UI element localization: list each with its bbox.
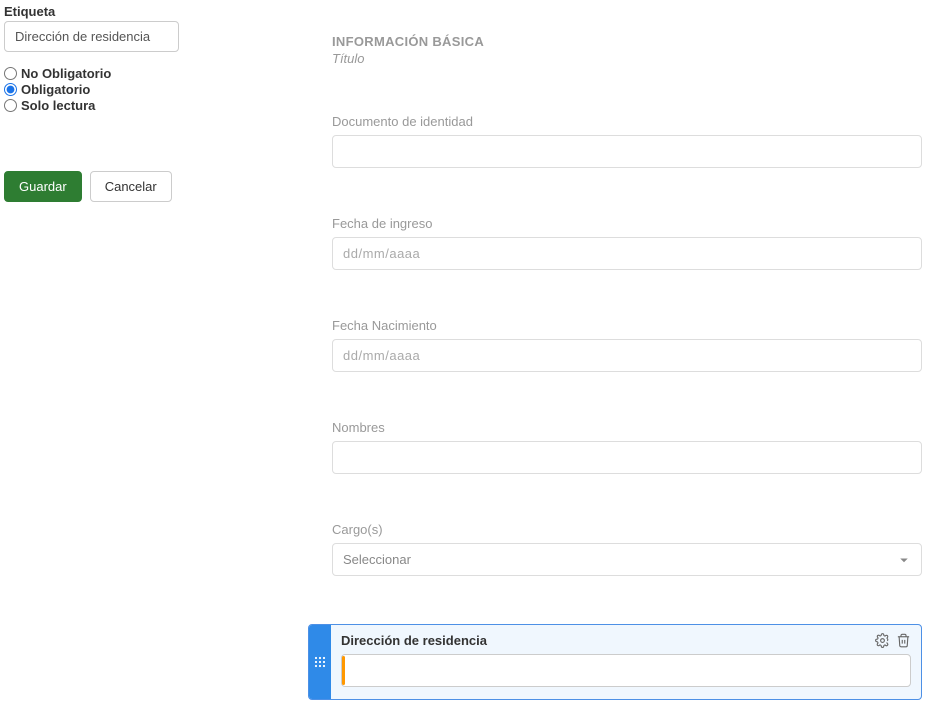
radio-solo-lectura[interactable]: Solo lectura <box>4 98 284 113</box>
etiqueta-input[interactable] <box>4 21 179 52</box>
input-nombres[interactable] <box>332 441 922 474</box>
action-buttons: Guardar Cancelar <box>4 171 284 202</box>
radio-solo-lectura-input[interactable] <box>4 99 17 112</box>
drag-handle[interactable] <box>309 625 331 699</box>
selected-input-wrap <box>341 654 911 687</box>
etiqueta-label: Etiqueta <box>4 4 284 19</box>
section-title: INFORMACIÓN BÁSICA <box>332 34 922 49</box>
delete-button[interactable] <box>896 633 911 648</box>
field-label-cargos: Cargo(s) <box>332 522 922 537</box>
radio-solo-lectura-label: Solo lectura <box>21 98 95 113</box>
radio-no-obligatorio-label: No Obligatorio <box>21 66 111 81</box>
radio-obligatorio-label: Obligatorio <box>21 82 90 97</box>
selected-field-direccion[interactable]: Dirección de residencia <box>308 624 922 700</box>
properties-panel: Etiqueta No Obligatorio Obligatorio Solo… <box>4 4 284 700</box>
input-fecha-ingreso[interactable] <box>332 237 922 270</box>
selected-field-label: Dirección de residencia <box>341 633 487 648</box>
gear-icon <box>875 633 890 648</box>
selected-field-body: Dirección de residencia <box>331 625 921 699</box>
field-label-fecha-nacimiento: Fecha Nacimiento <box>332 318 922 333</box>
settings-button[interactable] <box>875 633 890 648</box>
field-label-documento: Documento de identidad <box>332 114 922 129</box>
field-cargos: Cargo(s) Seleccionar <box>332 522 922 576</box>
radio-no-obligatorio-input[interactable] <box>4 67 17 80</box>
field-nombres: Nombres <box>332 420 922 474</box>
drag-handle-icon <box>314 656 326 668</box>
input-fecha-nacimiento[interactable] <box>332 339 922 372</box>
select-cargos[interactable]: Seleccionar <box>332 543 922 576</box>
radio-obligatorio-input[interactable] <box>4 83 17 96</box>
form-preview: INFORMACIÓN BÁSICA Título Documento de i… <box>284 4 922 700</box>
required-mode-group: No Obligatorio Obligatorio Solo lectura <box>4 66 284 113</box>
field-label-nombres: Nombres <box>332 420 922 435</box>
selected-field-actions <box>875 633 911 648</box>
input-documento-identidad[interactable] <box>332 135 922 168</box>
field-documento-identidad: Documento de identidad <box>332 114 922 168</box>
input-direccion-residencia[interactable] <box>341 654 911 687</box>
selected-field-header: Dirección de residencia <box>341 633 911 648</box>
cancelar-button[interactable]: Cancelar <box>90 171 172 202</box>
radio-no-obligatorio[interactable]: No Obligatorio <box>4 66 284 81</box>
trash-icon <box>896 633 911 648</box>
field-fecha-nacimiento: Fecha Nacimiento <box>332 318 922 372</box>
field-label-fecha-ingreso: Fecha de ingreso <box>332 216 922 231</box>
radio-obligatorio[interactable]: Obligatorio <box>4 82 284 97</box>
section-subtitle: Título <box>332 51 922 66</box>
guardar-button[interactable]: Guardar <box>4 171 82 202</box>
field-fecha-ingreso: Fecha de ingreso <box>332 216 922 270</box>
